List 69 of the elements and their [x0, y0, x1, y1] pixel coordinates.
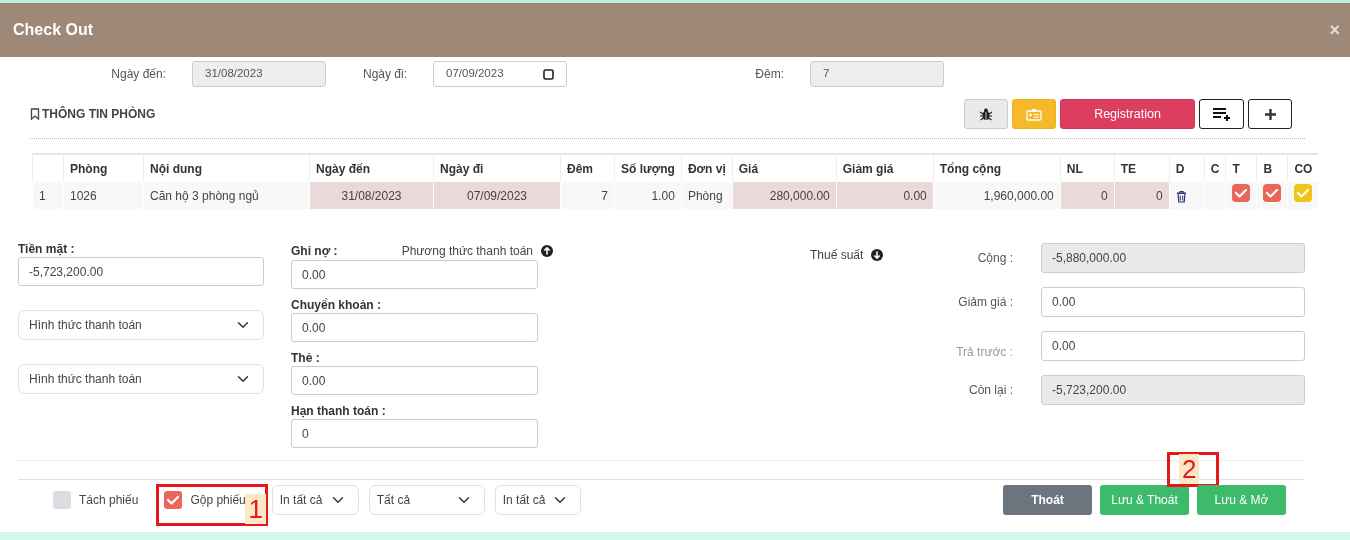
- checkbox[interactable]: [1232, 184, 1251, 202]
- print-select[interactable]: In tất cả: [494, 485, 581, 515]
- table-cell: Căn hộ 3 phòng ngủ: [143, 182, 310, 209]
- plus-icon: [1264, 108, 1276, 120]
- table-cell[interactable]: 07/09/2023: [433, 182, 561, 209]
- checkbox-label: Tách phiếu: [79, 492, 139, 509]
- list-add-icon: [1211, 107, 1232, 121]
- section-title-text: THÔNG TIN PHÒNG: [42, 105, 156, 123]
- payment-method-select[interactable]: Hình thức thanh toán: [18, 364, 264, 394]
- checkbox-label: Gộp phiếu: [190, 492, 246, 509]
- field-label: Ghi nợ :: [291, 243, 338, 259]
- input-field[interactable]: -5,723,200.00: [18, 257, 264, 286]
- field-label: Còn lại :: [967, 382, 1014, 399]
- table-cell: 1,960,000.00: [933, 182, 1061, 209]
- id-card-icon: [1026, 107, 1042, 121]
- bug-button[interactable]: [964, 99, 1008, 129]
- table-cell[interactable]: 0.00: [836, 182, 934, 209]
- trash-icon[interactable]: [1175, 189, 1187, 203]
- input-field[interactable]: -5,723,200.00: [1041, 375, 1305, 405]
- input-field[interactable]: 0.00: [291, 260, 538, 289]
- table-cell[interactable]: 0: [1114, 182, 1170, 209]
- field-label: Hạn thanh toán :: [291, 404, 386, 419]
- bookmark-icon: [30, 108, 40, 120]
- date-field[interactable]: 07/09/2023: [433, 61, 567, 87]
- arrow-up-circle-icon[interactable]: [541, 245, 553, 257]
- field-label: Giảm giá :: [957, 294, 1014, 311]
- checkbox[interactable]: [1294, 184, 1313, 202]
- bug-icon: [979, 107, 993, 121]
- table-cell[interactable]: 280,000.00: [732, 182, 837, 209]
- field-label: Cộng :: [976, 250, 1014, 267]
- arrow-down-circle-icon[interactable]: [871, 249, 884, 261]
- field-label: Đêm:: [754, 66, 785, 83]
- input-field: 31/08/2023: [192, 61, 326, 87]
- field-label: Thẻ :: [291, 351, 320, 366]
- annotation-number: 2: [1179, 454, 1200, 484]
- field-label: Tiền mặt :: [18, 242, 76, 257]
- input-field[interactable]: 0.00: [291, 366, 538, 395]
- table-cell[interactable]: 0: [1060, 182, 1115, 209]
- dialog-title: Check Out: [13, 20, 93, 40]
- field-label: Ngày đi:: [361, 66, 408, 83]
- checkbox[interactable]: [1263, 184, 1282, 202]
- footer-button[interactable]: Thoát: [1003, 485, 1092, 515]
- input-field[interactable]: -5,880,000.00: [1041, 243, 1305, 273]
- table-cell: 1: [32, 182, 64, 209]
- add-list-button[interactable]: [1199, 99, 1244, 129]
- table-cell[interactable]: 31/08/2023: [309, 182, 434, 209]
- print-select[interactable]: In tất cả: [271, 485, 359, 515]
- section-toggle-label: Phương thức thanh toán: [401, 243, 533, 260]
- checkbox[interactable]: [164, 491, 183, 509]
- registration-button[interactable]: Registration: [1060, 99, 1195, 129]
- field-label: Trả trước :: [955, 344, 1014, 361]
- field-label: Ngày đến:: [110, 66, 167, 83]
- print-select[interactable]: Tất cả: [368, 485, 485, 515]
- input-field[interactable]: 0.00: [1041, 287, 1305, 317]
- table-cell: 1026: [63, 182, 144, 209]
- input-field: 7: [810, 61, 944, 87]
- payment-method-select[interactable]: Hình thức thanh toán: [18, 310, 264, 340]
- calendar-icon: [543, 68, 554, 80]
- checkbox[interactable]: [53, 491, 71, 509]
- input-field[interactable]: 0.00: [291, 313, 538, 342]
- add-button[interactable]: [1248, 99, 1292, 129]
- field-label: Chuyển khoản :: [291, 298, 381, 313]
- annotation-number: 1: [245, 494, 266, 524]
- section-toggle-label: Thuế suất: [810, 247, 864, 264]
- table-cell: Phòng: [681, 182, 733, 209]
- input-field[interactable]: 0.00: [1041, 331, 1305, 361]
- input-field[interactable]: 0: [291, 419, 538, 448]
- table-cell: 1.00: [614, 182, 682, 209]
- table-cell: 7: [560, 182, 615, 209]
